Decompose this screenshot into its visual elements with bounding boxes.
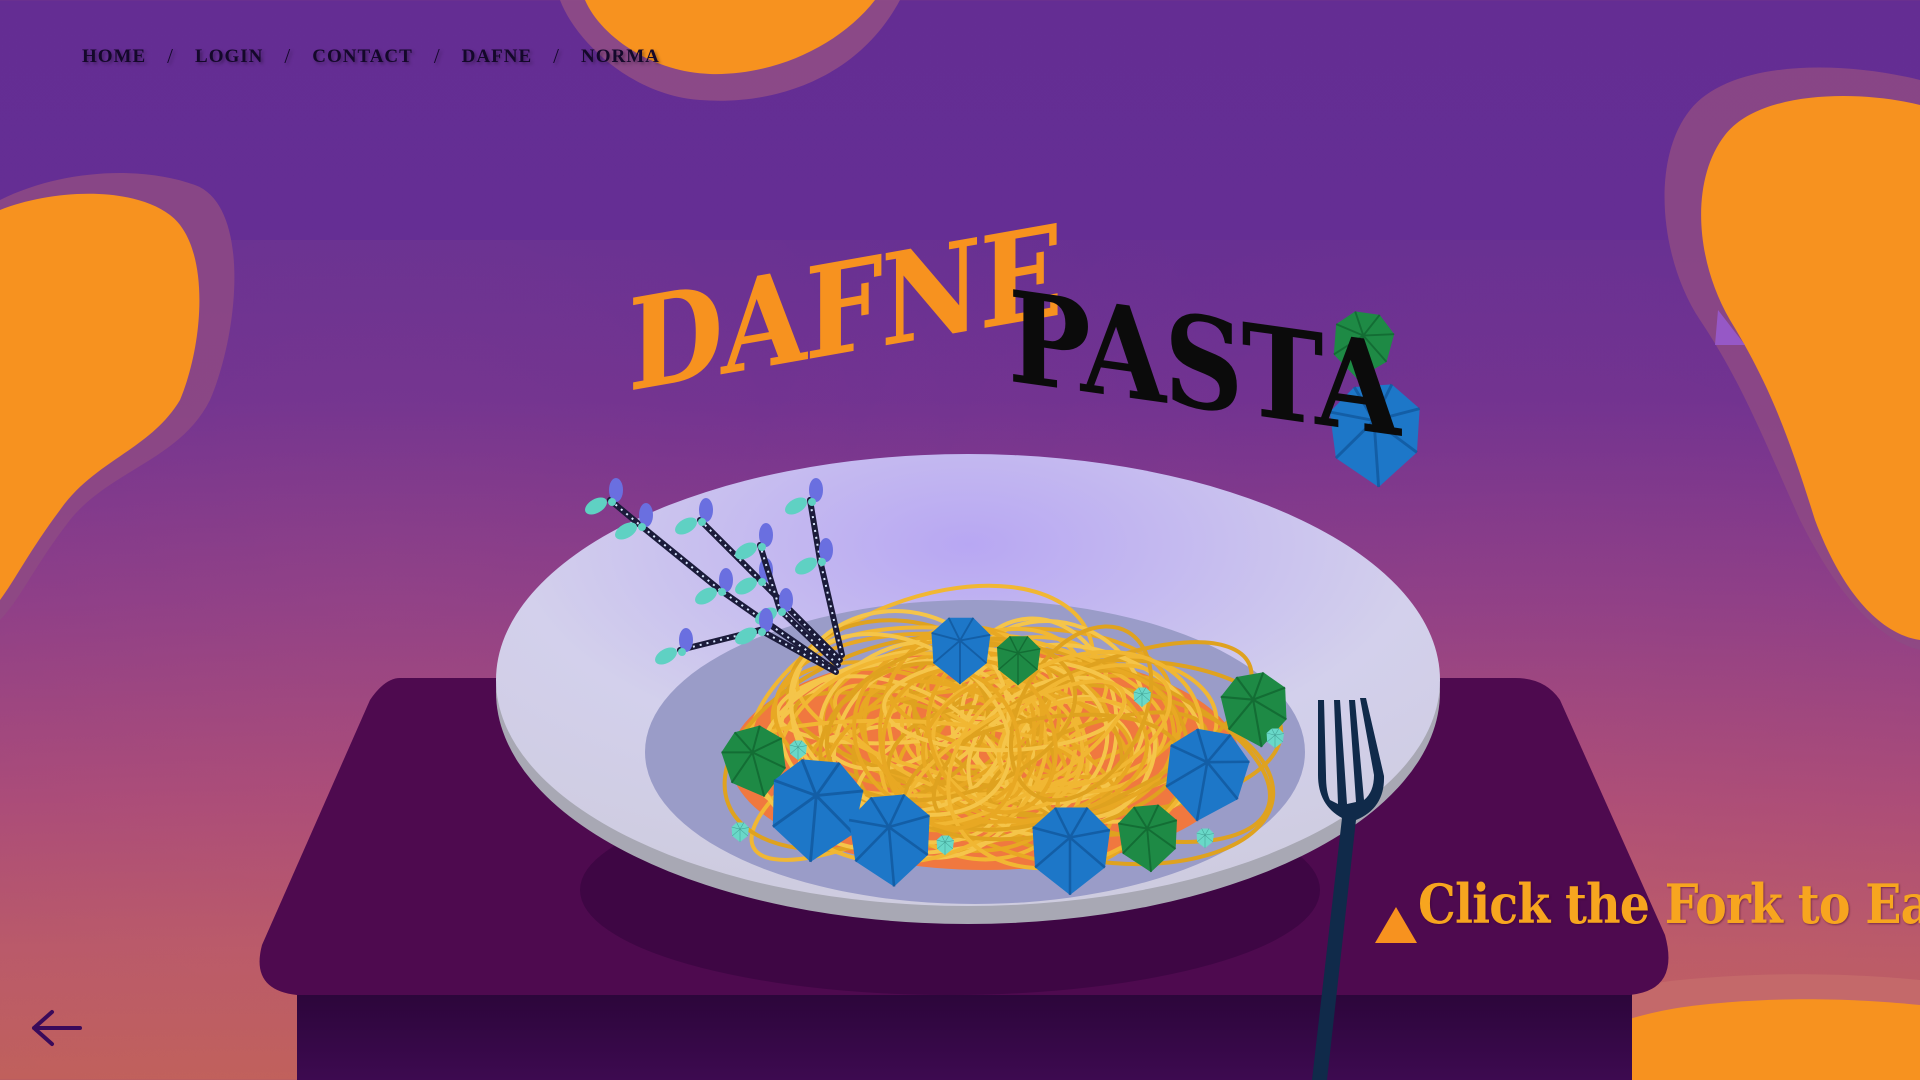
nav-dafne[interactable]: DAFNE [462,46,532,68]
nav-separator: / [553,44,560,68]
top-nav: HOME / LOGIN / CONTACT / DAFNE / NORMA [82,44,660,69]
triangle-pointer-icon [1375,907,1417,943]
nav-home[interactable]: HOME [82,46,146,68]
nav-norma[interactable]: NORMA [581,46,660,68]
nav-separator: / [433,44,441,68]
nav-login[interactable]: LOGIN [195,46,263,68]
back-button[interactable] [30,1000,86,1056]
cta-label: Click the Fork to Eat [1418,872,1920,936]
nav-separator: / [167,44,175,68]
nav-separator: / [284,44,292,68]
table-front [297,985,1632,1080]
nav-contact[interactable]: CONTACT [312,46,413,68]
arrow-left-icon [32,1010,82,1046]
leaf-gem [585,497,607,515]
